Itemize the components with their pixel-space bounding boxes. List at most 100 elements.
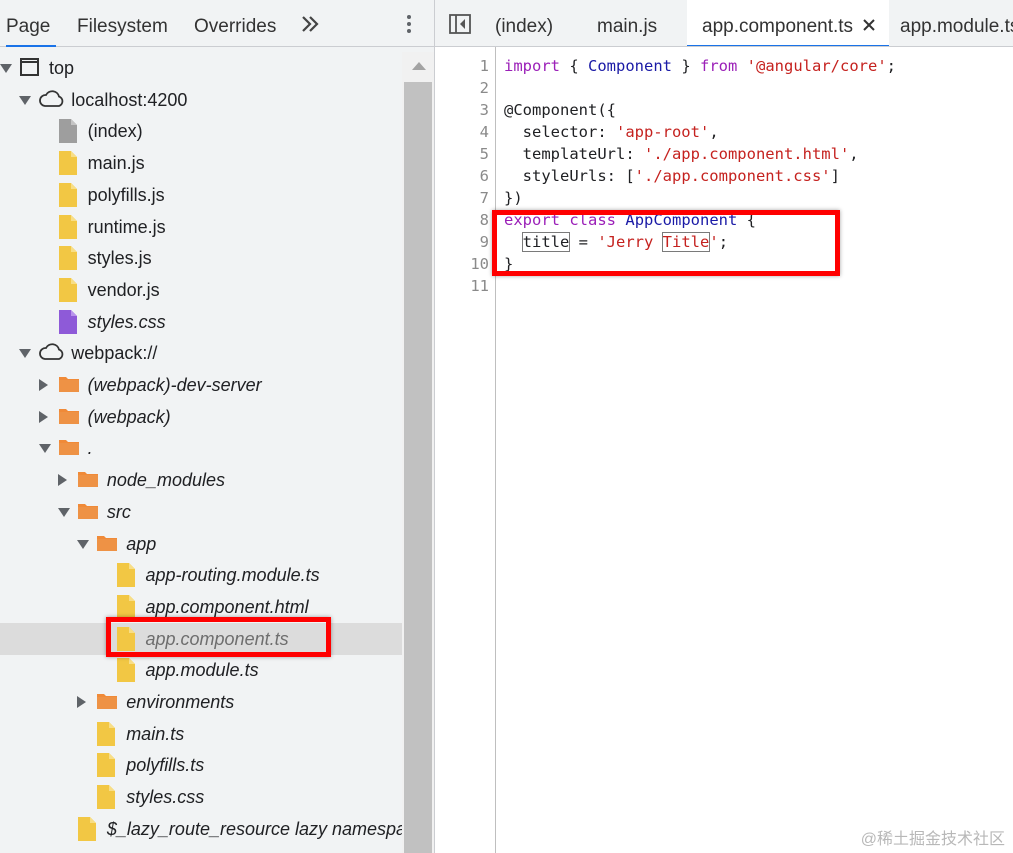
scrollbar-thumb[interactable] xyxy=(404,82,432,853)
code-line[interactable]: selector: 'app-root', xyxy=(504,121,719,143)
expanded-triangle-icon[interactable] xyxy=(38,444,51,454)
code-token: from xyxy=(700,57,738,75)
file-icon xyxy=(97,753,116,778)
file-icon xyxy=(116,563,135,588)
tab-overrides[interactable]: Overrides xyxy=(194,0,276,46)
tree-file-item[interactable]: vendor.js xyxy=(0,274,402,306)
tree-file-item[interactable]: main.ts xyxy=(0,718,402,750)
cloud-icon xyxy=(39,90,64,107)
tree-file-item[interactable]: styles.css xyxy=(0,781,402,813)
collapsed-triangle-icon[interactable] xyxy=(77,696,87,708)
tree-file-item[interactable]: styles.js xyxy=(0,242,402,274)
line-number: 3 xyxy=(479,101,489,119)
tree-file-item[interactable]: $_lazy_route_resource lazy namespa xyxy=(0,813,406,845)
line-number: 7 xyxy=(479,189,489,207)
code-token: Component xyxy=(588,57,672,75)
folder-icon xyxy=(77,472,98,488)
annotation-highlight-code xyxy=(492,210,840,276)
double-chevron-right-icon[interactable] xyxy=(300,13,320,35)
toggle-navigator-icon[interactable] xyxy=(449,14,471,34)
folder-icon xyxy=(97,694,118,709)
scroll-up-arrow-icon[interactable] xyxy=(412,62,426,70)
tree-item-label: . xyxy=(87,438,93,459)
tab-page[interactable]: Page xyxy=(6,0,57,47)
sources-navigator: Page Filesystem Overrides top localhost:4… xyxy=(0,0,434,853)
tree-folder-item[interactable]: src xyxy=(0,496,402,528)
file-icon xyxy=(58,277,77,302)
expanded-triangle-icon[interactable] xyxy=(19,349,32,359)
tree-item-label: localhost:4200 xyxy=(71,89,188,110)
navigator-tabbar: Page Filesystem Overrides xyxy=(0,0,434,47)
tree-item-label: main.ts xyxy=(126,723,185,744)
tree-item-label: main.js xyxy=(87,153,145,174)
expanded-triangle-icon[interactable] xyxy=(0,64,12,73)
tree-folder-item[interactable]: app xyxy=(0,528,402,560)
code-token: , xyxy=(849,145,859,163)
expanded-triangle-icon[interactable] xyxy=(19,95,32,105)
frame-icon xyxy=(20,58,39,76)
editor-tab-app-component-ts[interactable]: app.component.ts xyxy=(687,0,890,46)
tree-folder-item[interactable]: webpack:// xyxy=(0,337,402,369)
tree-file-item[interactable]: polyfills.js xyxy=(0,179,402,211)
folder-icon xyxy=(58,440,79,456)
code-line[interactable]: }) xyxy=(504,187,523,209)
tree-folder-item[interactable]: top xyxy=(0,52,402,84)
tree-item-label: vendor.js xyxy=(87,279,160,300)
line-number: 8 xyxy=(479,211,489,229)
code-line[interactable]: @Component({ xyxy=(504,99,616,121)
tree-folder-item[interactable]: environments xyxy=(0,686,402,718)
expanded-triangle-icon[interactable] xyxy=(57,507,70,517)
code-line[interactable]: templateUrl: './app.component.html', xyxy=(504,143,859,165)
tree-folder-item[interactable]: localhost:4200 xyxy=(0,84,402,116)
collapsed-triangle-icon[interactable] xyxy=(38,410,48,423)
line-number-gutter: 1 2 3 4 5 6 7 8 9 10 11 xyxy=(435,47,496,853)
tree-file-item[interactable]: (index) xyxy=(0,115,402,147)
editor-tab-index[interactable]: (index) xyxy=(495,0,553,46)
tree-file-item[interactable]: polyfills.ts xyxy=(0,749,402,781)
tree-file-item[interactable]: styles.css xyxy=(0,306,402,338)
tree-item-label: app xyxy=(126,533,157,554)
code-token: './app.component.css' xyxy=(634,167,831,185)
tree-item-label: app.component.html xyxy=(145,596,309,617)
line-number: 11 xyxy=(470,277,489,295)
file-icon xyxy=(97,721,116,746)
tree-folder-item[interactable]: (webpack) xyxy=(0,401,402,433)
code-token: selector: xyxy=(504,123,616,141)
tree-folder-item[interactable]: node_modules xyxy=(0,464,402,496)
kebab-menu-icon[interactable] xyxy=(402,12,416,38)
editor-tab-app-module-ts[interactable]: app.module.ts xyxy=(900,0,1013,46)
code-token: } xyxy=(672,57,700,75)
tree-item-label: styles.js xyxy=(87,248,152,269)
navigator-scrollbar[interactable] xyxy=(402,52,434,853)
watermark: @稀土掘金技术社区 xyxy=(860,831,1005,848)
file-icon xyxy=(116,658,135,683)
tree-folder-item[interactable]: (webpack)-dev-server xyxy=(0,369,402,401)
tree-item-label: $_lazy_route_resource lazy namespa xyxy=(106,818,407,839)
line-number: 9 xyxy=(479,233,489,251)
code-line[interactable]: import { Component } from '@angular/core… xyxy=(504,55,896,77)
tree-item-label: (index) xyxy=(87,121,143,142)
tree-file-item[interactable]: main.js xyxy=(0,147,402,179)
tree-item-label: environments xyxy=(126,692,235,712)
code-line[interactable]: styleUrls: ['./app.component.css'] xyxy=(504,165,840,187)
line-number: 2 xyxy=(479,79,489,97)
expanded-triangle-icon[interactable] xyxy=(77,539,90,549)
tree-item-label: app.module.ts xyxy=(145,660,259,681)
close-icon[interactable] xyxy=(863,19,875,31)
tree-item-label: polyfills.ts xyxy=(126,755,205,776)
code-token: 'app-root' xyxy=(615,123,710,141)
collapsed-triangle-icon[interactable] xyxy=(38,379,48,391)
tab-filesystem[interactable]: Filesystem xyxy=(77,0,168,46)
tree-item-label: (webpack)-dev-server xyxy=(87,375,262,395)
tree-file-item[interactable]: app.module.ts xyxy=(0,654,402,686)
editor-tab-main-js[interactable]: main.js xyxy=(597,0,657,46)
tree-file-item[interactable]: app-routing.module.ts xyxy=(0,559,402,591)
tree-folder-item[interactable]: . xyxy=(0,432,402,464)
collapsed-triangle-icon[interactable] xyxy=(57,474,67,487)
code-token: ] xyxy=(830,167,840,185)
tree-file-item[interactable]: runtime.js xyxy=(0,211,402,243)
code-token: import xyxy=(504,57,560,75)
line-number: 5 xyxy=(479,145,489,163)
code-token: { xyxy=(560,57,588,75)
tree-item-label: runtime.js xyxy=(87,216,166,237)
